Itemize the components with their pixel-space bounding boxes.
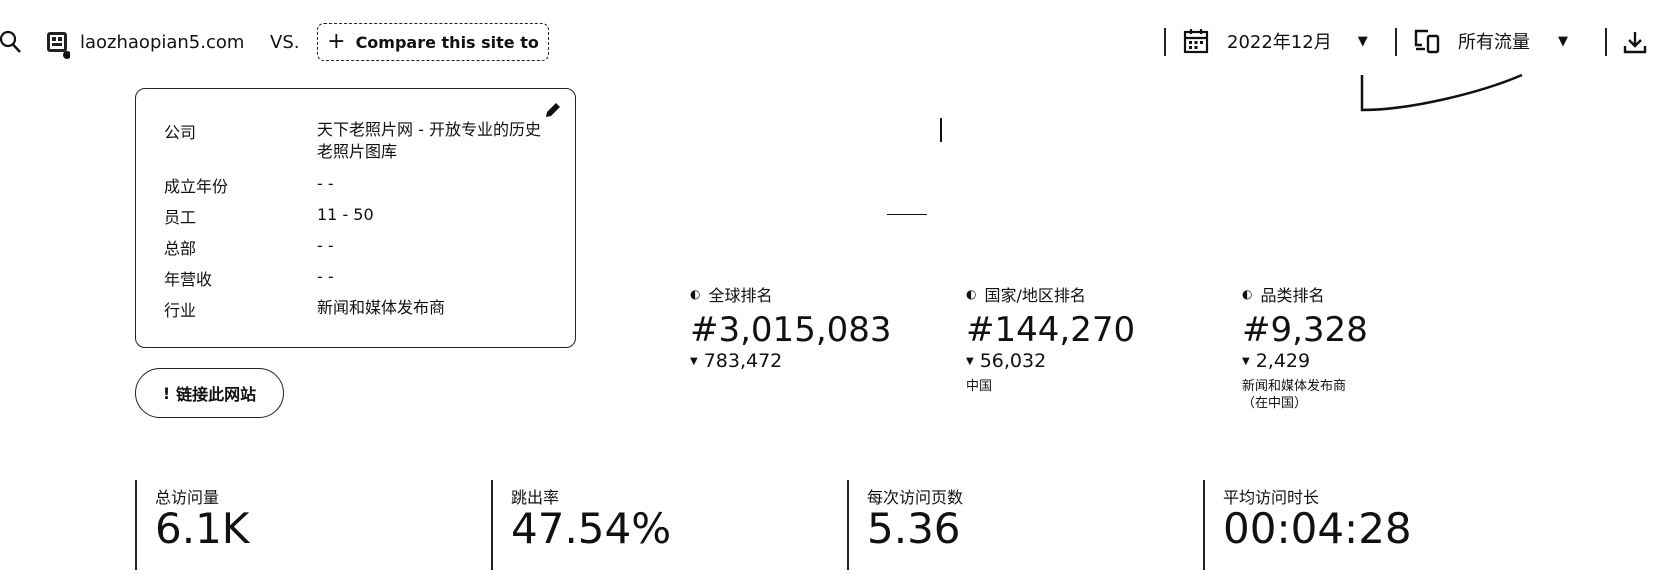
traffic-selector[interactable]: 所有流量 ▼ <box>1414 28 1568 54</box>
chevron-down-icon: ▼ <box>1558 33 1568 49</box>
avg-visit-duration-value: 00:04:28 <box>1223 504 1412 553</box>
metric-divider <box>491 480 493 570</box>
plus-icon: + <box>327 29 346 54</box>
category-rank-value: #9,328 <box>1242 310 1368 350</box>
trend-down-icon: ▼ <box>966 355 974 367</box>
revenue-value: - - <box>317 267 334 286</box>
global-rank-title: 全球排名 <box>708 286 773 305</box>
rank-icon: ◐ <box>690 287 701 301</box>
metric-divider <box>135 480 137 570</box>
rank-icon: ◐ <box>966 287 977 301</box>
founded-label: 成立年份 <box>164 177 229 196</box>
revenue-label: 年营收 <box>164 270 213 289</box>
chevron-down-icon: ▼ <box>1357 33 1368 49</box>
metric-divider <box>1203 480 1205 570</box>
pages-per-visit-value: 5.36 <box>867 504 961 553</box>
link-icon: ! <box>162 383 171 403</box>
category-rank: ◐ 品类排名 #9,328 ▼ 2,429 新闻和媒体发布商 （在中国） <box>1242 282 1368 412</box>
rank-icon: ◐ <box>1242 287 1253 301</box>
company-label: 公司 <box>164 123 197 142</box>
category-rank-change: 2,429 <box>1255 350 1311 372</box>
industry-value: 新闻和媒体发布商 <box>317 298 446 317</box>
category-rank-title: 品类排名 <box>1260 286 1325 305</box>
search-icon[interactable] <box>0 30 22 54</box>
employees-value: 11 - 50 <box>317 205 374 224</box>
global-rank: ◐ 全球排名 #3,015,083 ▼ 783,472 <box>690 282 892 372</box>
total-visits-value: 6.1K <box>155 504 250 553</box>
global-rank-change: 783,472 <box>703 350 783 372</box>
toolbar-divider <box>1164 28 1166 56</box>
compare-site-button[interactable]: + Compare this site to <box>317 23 549 61</box>
headquarters-label: 总部 <box>164 239 197 258</box>
toolbar-divider <box>1395 28 1397 56</box>
compare-button-label: Compare this site to <box>355 32 539 52</box>
devices-icon <box>1414 28 1440 54</box>
industry-label: 行业 <box>164 301 197 320</box>
country-rank: ◐ 国家/地区排名 #144,270 ▼ 56,032 中国 <box>966 282 1135 395</box>
download-icon[interactable] <box>1623 30 1647 54</box>
country-rank-value: #144,270 <box>966 310 1136 350</box>
headquarters-value: - - <box>317 236 334 255</box>
cursor-line <box>940 118 942 142</box>
backlink-label: 链接此网站 <box>176 385 257 404</box>
trend-down-icon: ▼ <box>1242 355 1250 367</box>
site-domain[interactable]: laozhaopian5.com <box>80 32 244 53</box>
site-favicon-icon <box>46 31 70 61</box>
toolbar-divider <box>1605 28 1607 56</box>
date-value: 2022年12月 <box>1227 32 1332 53</box>
date-selector[interactable]: 2022年12月 ▼ <box>1183 28 1368 54</box>
global-rank-value: #3,015,083 <box>690 310 892 350</box>
bounce-rate-value: 47.54% <box>511 504 672 553</box>
chart-fragment <box>887 214 927 215</box>
country-rank-sub: 中国 <box>966 379 993 394</box>
category-rank-sub: 新闻和媒体发布商 （在中国） <box>1242 379 1347 411</box>
company-value: 天下老照片网 - 开放专业的历史老照片图库 <box>317 120 541 161</box>
country-rank-title: 国家/地区排名 <box>984 286 1086 305</box>
chart-fragment <box>1360 73 1525 117</box>
traffic-value: 所有流量 <box>1458 32 1530 53</box>
backlink-button[interactable]: ! 链接此网站 <box>135 368 284 418</box>
metric-divider <box>847 480 849 570</box>
founded-value: - - <box>317 174 334 193</box>
employees-label: 员工 <box>164 208 197 227</box>
vs-label: VS. <box>270 32 300 53</box>
country-rank-change: 56,032 <box>979 350 1047 372</box>
pencil-icon[interactable] <box>544 101 562 119</box>
trend-down-icon: ▼ <box>690 355 698 367</box>
company-info-card: 公司 天下老照片网 - 开放专业的历史老照片图库 成立年份 - - 员工 11 … <box>135 88 576 348</box>
calendar-icon <box>1183 28 1209 54</box>
